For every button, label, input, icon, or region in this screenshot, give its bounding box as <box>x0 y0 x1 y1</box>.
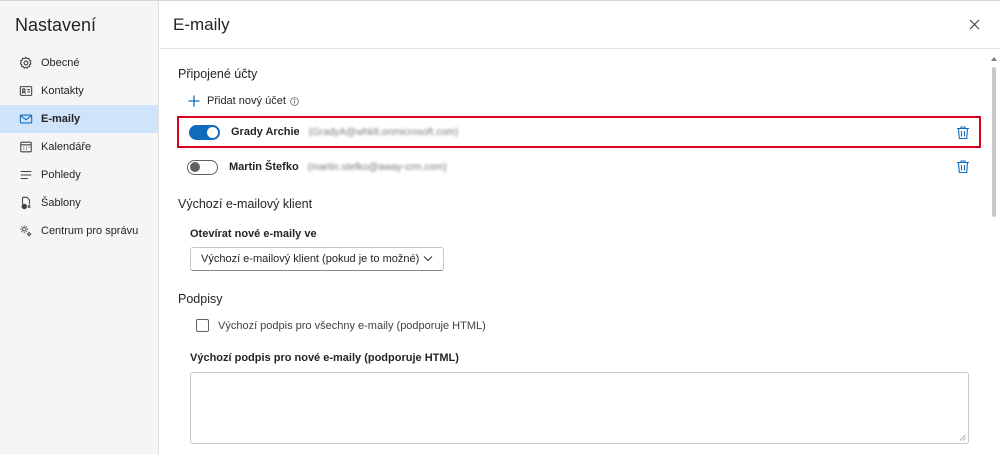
settings-window: Nastavení Obecné Kontakty E-maily Kalend… <box>0 0 1000 454</box>
sidebar-item-contacts[interactable]: Kontakty <box>0 77 158 105</box>
account-row-grady: Grady Archie (GradyA@whklt.onmicrosoft.c… <box>177 116 981 148</box>
contact-card-icon <box>19 84 33 98</box>
chevron-down-icon <box>423 256 433 262</box>
page-title: E-maily <box>173 15 230 34</box>
sidebar-item-label: Kontakty <box>41 85 84 97</box>
sidebar-item-label: E-maily <box>41 113 81 125</box>
sidebar-title: Nastavení <box>15 15 97 35</box>
settings-nav: Obecné Kontakty E-maily Kalendáře Pohled… <box>0 49 159 245</box>
account-email: (martin.stefko@away-crm.com) <box>307 161 447 173</box>
sidebar-item-templates[interactable]: Šablony <box>0 189 158 217</box>
close-icon <box>969 19 979 29</box>
add-account-button[interactable]: Přidat nový účet <box>188 95 299 107</box>
sidebar-item-calendars[interactable]: Kalendáře <box>0 133 158 161</box>
sidebar-item-general[interactable]: Obecné <box>0 49 158 77</box>
sidebar-item-views[interactable]: Pohledy <box>0 161 158 189</box>
connected-accounts-title: Připojené účty <box>178 67 258 81</box>
open-new-emails-label: Otevírat nové e-maily ve <box>190 228 317 240</box>
sidebar-item-label: Centrum pro správu <box>41 225 139 237</box>
dropdown-selected-value: Výchozí e-mailový klient (pokud je to mo… <box>201 253 420 265</box>
settings-content: Připojené účty Přidat nový účet Grady Ar… <box>160 50 988 454</box>
trash-icon[interactable] <box>956 159 970 174</box>
new-signature-label: Výchozí podpis pro nové e-maily (podporu… <box>190 352 459 364</box>
default-client-dropdown[interactable]: Výchozí e-mailový klient (pokud je to mo… <box>190 247 444 271</box>
list-icon <box>19 168 33 182</box>
sidebar-item-label: Šablony <box>41 197 81 209</box>
account-toggle-martin[interactable] <box>187 159 218 175</box>
scrollbar-thumb[interactable] <box>992 67 996 217</box>
close-button[interactable] <box>966 16 982 32</box>
default-signature-all-checkbox[interactable] <box>196 319 209 332</box>
settings-sidebar: Nastavení Obecné Kontakty E-maily Kalend… <box>0 1 159 454</box>
account-name: Grady Archie <box>231 126 300 138</box>
default-client-title: Výchozí e-mailový klient <box>178 197 313 211</box>
admin-gear-icon <box>19 224 33 238</box>
default-signature-all-row: Výchozí podpis pro všechny e-maily (podp… <box>196 319 486 332</box>
signatures-title: Podpisy <box>178 292 223 306</box>
account-row-martin: Martin Štefko (martin.stefko@away-crm.co… <box>177 151 981 183</box>
sidebar-item-admin-center[interactable]: Centrum pro správu <box>0 217 158 245</box>
settings-main: E-maily Připojené účty Přidat nový účet … <box>160 1 1000 454</box>
add-account-label: Přidat nový účet <box>207 95 286 107</box>
sidebar-item-emails[interactable]: E-maily <box>0 105 158 133</box>
checkbox-label: Výchozí podpis pro všechny e-maily (podp… <box>218 319 486 332</box>
info-icon[interactable] <box>290 96 299 106</box>
trash-icon[interactable] <box>956 125 970 140</box>
new-signature-editor[interactable] <box>190 372 969 444</box>
page-header: E-maily <box>160 1 1000 49</box>
gear-icon <box>19 56 33 70</box>
toggle-knob <box>207 126 218 138</box>
resize-grip-icon[interactable] <box>959 434 966 441</box>
toggle-knob <box>190 161 200 172</box>
sidebar-item-label: Obecné <box>41 57 80 69</box>
sidebar-item-label: Pohledy <box>41 169 81 181</box>
plus-icon <box>188 95 200 107</box>
account-email: (GradyA@whklt.onmicrosoft.com) <box>308 126 459 138</box>
calendar-icon <box>19 140 33 154</box>
content-scrollbar[interactable] <box>988 50 1000 454</box>
template-icon <box>19 196 33 210</box>
account-name: Martin Štefko <box>229 161 299 173</box>
scroll-up-arrow-icon[interactable] <box>991 57 997 61</box>
mail-icon <box>19 112 33 126</box>
account-toggle-grady[interactable] <box>189 124 220 140</box>
sidebar-item-label: Kalendáře <box>41 141 92 153</box>
